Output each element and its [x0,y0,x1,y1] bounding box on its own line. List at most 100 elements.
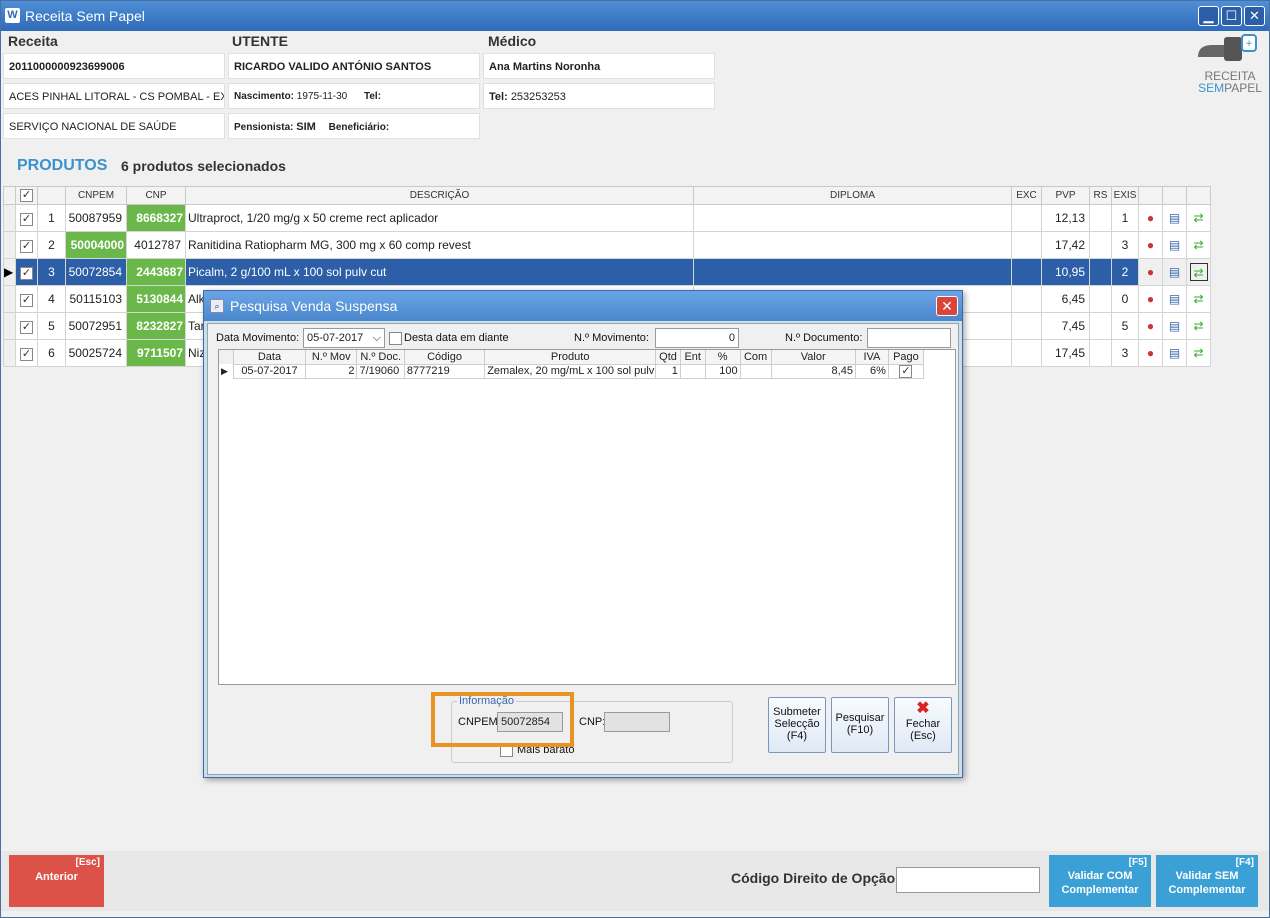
venda-pago-cell[interactable]: ✓ [887,363,925,379]
codigo-direito-input[interactable] [896,867,1040,893]
col-cnpem[interactable]: CNPEM [65,186,127,205]
diploma-cell[interactable] [693,204,1012,232]
row-checkbox[interactable]: ✓ [20,347,33,361]
row-indicator: ▶ [221,365,228,376]
action-cell[interactable]: ▤ [1162,312,1187,340]
row-checkbox-cell[interactable]: ✓ [15,204,38,232]
n-movimento-input[interactable]: 0 [655,328,739,348]
close-button[interactable]: ✕ [1244,6,1265,26]
action-cell[interactable]: ⇄ [1186,204,1211,232]
col-exis[interactable]: EXIS [1111,186,1139,205]
chevron-down-icon[interactable]: ⌵ [373,329,381,347]
minimize-button[interactable]: ▁ [1198,6,1219,26]
title-bar[interactable]: W Receita Sem Papel ▁ ☐ ✕ [1,1,1269,31]
swap-arrows-icon[interactable]: ⇄ [1190,236,1208,254]
pill-icon[interactable]: ● [1142,263,1160,281]
action-cell[interactable]: ● [1138,312,1163,340]
row-checkbox-cell[interactable]: ✓ [15,285,38,313]
col-exc[interactable]: EXC [1011,186,1042,205]
col-qtd[interactable]: Qtd [655,350,681,364]
action-cell[interactable]: ⇄ [1186,285,1211,313]
row-checkbox[interactable]: ✓ [20,212,33,226]
col-codigo[interactable]: Código [404,350,486,364]
maximize-button[interactable]: ☐ [1221,6,1242,26]
action-cell[interactable]: ▤ [1162,204,1187,232]
action-cell[interactable]: ▤ [1162,231,1187,259]
row-checkbox[interactable]: ✓ [20,239,33,253]
action-cell[interactable]: ▤ [1162,285,1187,313]
row-checkbox-cell[interactable]: ✓ [15,312,38,340]
document-icon[interactable]: ▤ [1166,317,1184,335]
action-cell[interactable]: ▤ [1162,258,1187,286]
action-cell[interactable]: ● [1138,258,1163,286]
col-produto[interactable]: Produto [484,350,657,364]
table-row-selected[interactable]: ▶ ✓ 3 50072854 2443687 Picalm, 2 g/100 m… [3,258,1211,286]
col-iva[interactable]: IVA [855,350,889,364]
col-pago[interactable]: Pago [888,350,925,364]
pill-icon[interactable]: ● [1142,209,1160,227]
row-checkbox-cell[interactable]: ✓ [15,258,38,286]
document-icon[interactable]: ▤ [1166,236,1184,254]
table-row[interactable]: ✓ 2 50004000 4012787 Ranitidina Ratiopha… [3,231,1211,259]
col-valor[interactable]: Valor [771,350,856,364]
col-ndoc[interactable]: N.º Doc. [356,350,405,364]
col-cnp[interactable]: CNP [126,186,186,205]
select-all-header[interactable]: ✓ [15,186,38,205]
pill-icon[interactable]: ● [1142,290,1160,308]
col-ent[interactable]: Ent [680,350,706,364]
col-descricao[interactable]: DESCRIÇÃO [185,186,694,205]
row-checkbox[interactable]: ✓ [20,266,33,280]
col-pct[interactable]: % [705,350,741,364]
desta-data-checkbox[interactable] [389,332,402,345]
document-icon[interactable]: ▤ [1166,263,1184,281]
col-data[interactable]: Data [233,350,307,364]
cnp-cell: 8668327 [126,204,186,232]
action-cell[interactable]: ● [1138,339,1163,367]
venda-row[interactable]: ▶ 05-07-2017 2 7/19060 8777219 Zemalex, … [219,363,925,379]
row-checkbox[interactable]: ✓ [20,293,33,307]
col-nmov[interactable]: N.º Mov [305,350,358,364]
pago-checkbox[interactable]: ✓ [899,365,913,377]
dialog-title-bar[interactable]: ⌕ Pesquisa Venda Suspensa ✕ [204,291,962,321]
pill-icon[interactable]: ● [1142,344,1160,362]
diploma-cell[interactable] [693,231,1012,259]
dialog-close-button[interactable]: ✕ [936,296,958,316]
n-documento-input[interactable] [867,328,951,348]
action-cell[interactable]: ● [1138,204,1163,232]
action-cell[interactable]: ● [1138,285,1163,313]
action-cell[interactable]: ⇄ [1186,339,1211,367]
action-cell[interactable]: ⇄ [1186,312,1211,340]
action-cell[interactable]: ● [1138,231,1163,259]
row-checkbox-cell[interactable]: ✓ [15,231,38,259]
validar-com-button[interactable]: [F5] Validar COM Complementar [1049,855,1151,907]
validar-sem-button[interactable]: [F4] Validar SEM Complementar [1156,855,1258,907]
col-rs[interactable]: RS [1089,186,1112,205]
swap-arrows-icon[interactable]: ⇄ [1190,344,1208,362]
fechar-button[interactable]: ✖ Fechar (Esc) [894,697,952,753]
col-pvp[interactable]: PVP [1041,186,1090,205]
swap-arrows-icon[interactable]: ⇄ [1190,317,1208,335]
document-icon[interactable]: ▤ [1166,290,1184,308]
col-diploma[interactable]: DIPLOMA [693,186,1012,205]
swap-arrows-icon[interactable]: ⇄ [1189,263,1208,281]
swap-arrows-icon[interactable]: ⇄ [1190,209,1208,227]
row-checkbox[interactable]: ✓ [20,320,33,334]
action-cell[interactable]: ⇄ [1186,258,1211,286]
action-cell[interactable]: ▤ [1162,339,1187,367]
data-movimento-picker[interactable]: 05-07-2017 ⌵ [303,328,385,348]
anterior-button[interactable]: [Esc] Anterior [9,855,104,907]
pesquisar-button[interactable]: Pesquisar (F10) [831,697,889,753]
col-com[interactable]: Com [740,350,772,364]
row-checkbox-cell[interactable]: ✓ [15,339,38,367]
pill-icon[interactable]: ● [1142,317,1160,335]
document-icon[interactable]: ▤ [1166,344,1184,362]
action-cell[interactable]: ⇄ [1186,231,1211,259]
diploma-cell[interactable] [693,258,1012,286]
logo-line2: SEMPAPEL [1198,81,1262,95]
select-all-checkbox[interactable]: ✓ [20,189,33,202]
table-row[interactable]: ✓ 1 50087959 8668327 Ultraproct, 1/20 mg… [3,204,1211,232]
submeter-seleccao-button[interactable]: Submeter Selecção (F4) [768,697,826,753]
document-icon[interactable]: ▤ [1166,209,1184,227]
pill-icon[interactable]: ● [1142,236,1160,254]
swap-arrows-icon[interactable]: ⇄ [1190,290,1208,308]
